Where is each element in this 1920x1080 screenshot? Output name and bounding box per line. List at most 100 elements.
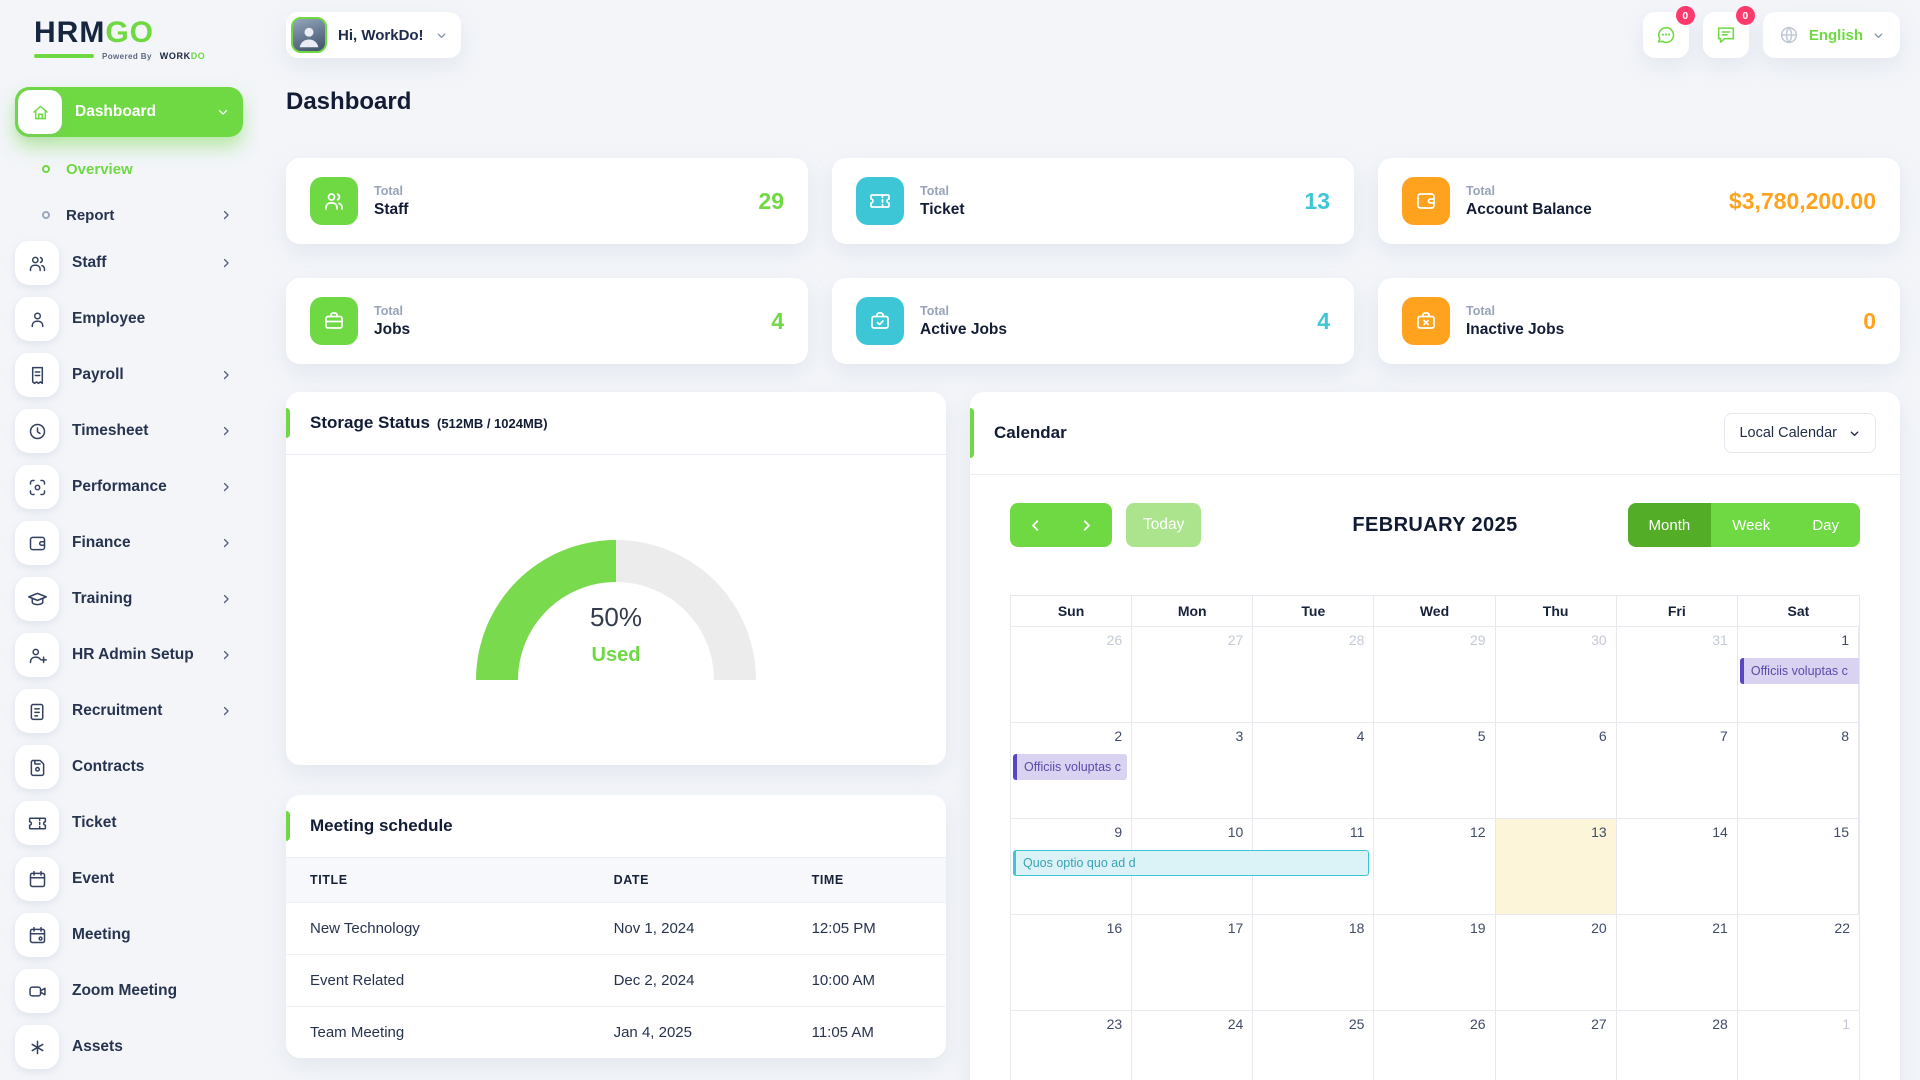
language-selector[interactable]: English — [1763, 12, 1900, 58]
table-cell: 10:00 AM — [788, 955, 946, 1007]
calendar-day-5[interactable]: 5 — [1374, 723, 1495, 819]
sidebar-item-label: Performance — [72, 478, 167, 496]
meeting-schedule-title: Meeting schedule — [310, 816, 453, 836]
sidebar-item-label: Event — [72, 870, 114, 888]
scroll-icon — [15, 689, 59, 733]
sidebar-item-assets[interactable]: Assets — [15, 1025, 243, 1069]
sidebar-item-training[interactable]: Training — [15, 577, 243, 621]
calendar-view-month[interactable]: Month — [1628, 503, 1712, 547]
home-icon — [18, 90, 62, 134]
storage-capacity: (512MB / 1024MB) — [437, 416, 548, 431]
stat-card-staff: Total Staff 29 — [286, 158, 808, 244]
calendar-day-26[interactable]: 26 — [1374, 1011, 1495, 1080]
calendar-day-19[interactable]: 19 — [1374, 915, 1495, 1011]
storage-percent: 50% — [476, 602, 756, 633]
sidebar-item-recruitment[interactable]: Recruitment — [15, 689, 243, 733]
sidebar-item-employee[interactable]: Employee — [15, 297, 243, 341]
day-header-tue: Tue — [1253, 596, 1374, 627]
calendar-day-16[interactable]: 16 — [1011, 915, 1132, 1011]
calendar-day-30-muted[interactable]: 30 — [1496, 627, 1617, 723]
sidebar-item-finance[interactable]: Finance — [15, 521, 243, 565]
calendar-day-25[interactable]: 25 — [1253, 1011, 1374, 1080]
clock-icon — [15, 409, 59, 453]
calendar-view-day[interactable]: Day — [1791, 503, 1860, 547]
stat-label: Inactive Jobs — [1466, 321, 1564, 339]
calendar-day-20[interactable]: 20 — [1496, 915, 1617, 1011]
powered-by-label: Powered By — [102, 52, 152, 61]
sidebar-item-payroll[interactable]: Payroll — [15, 353, 243, 397]
calendar-day-3[interactable]: 3 — [1132, 723, 1253, 819]
calendar-day-29-muted[interactable]: 29 — [1374, 627, 1495, 723]
calendar-day-23[interactable]: 23 — [1011, 1011, 1132, 1080]
calendar-day-26-muted[interactable]: 26 — [1011, 627, 1132, 723]
messages-button[interactable]: 0 — [1643, 12, 1689, 58]
chevron-right-icon — [219, 704, 233, 718]
briefcase-check-icon — [856, 297, 904, 345]
sidebar-item-hr-admin-setup[interactable]: HR Admin Setup — [15, 633, 243, 677]
calendar-day-28-muted[interactable]: 28 — [1253, 627, 1374, 723]
calendar-day-13[interactable]: 13 — [1496, 819, 1617, 915]
calendar-day-28[interactable]: 28 — [1617, 1011, 1738, 1080]
calendar-day-1-muted[interactable]: 1 — [1738, 1011, 1859, 1080]
calendar-day-6[interactable]: 6 — [1496, 723, 1617, 819]
sidebar-item-label: Ticket — [72, 814, 117, 832]
calendar-day-22[interactable]: 22 — [1738, 915, 1859, 1011]
sidebar-item-zoom-meeting[interactable]: Zoom Meeting — [15, 969, 243, 1013]
calendar-event[interactable]: Officiis voluptas c — [1740, 658, 1859, 684]
page-title: Dashboard — [286, 88, 1900, 116]
sidebar-item-event[interactable]: Event — [15, 857, 243, 901]
sidebar-subitem-overview[interactable]: Overview — [15, 149, 243, 189]
calendar-week-row: 2627282930311Officiis voluptas c — [1011, 627, 1859, 723]
target-icon — [27, 477, 48, 498]
calendar-next-button[interactable] — [1061, 503, 1112, 547]
calendar-today-button[interactable]: Today — [1126, 503, 1201, 547]
day-header-sun: Sun — [1011, 596, 1132, 627]
calendar-day-15[interactable]: 15 — [1738, 819, 1859, 915]
chevron-right-icon — [1078, 517, 1095, 534]
wallet-icon — [15, 521, 59, 565]
sidebar-item-contracts[interactable]: Contracts — [15, 745, 243, 789]
sidebar-item-ticket[interactable]: Ticket — [15, 801, 243, 845]
calendar-day-17[interactable]: 17 — [1132, 915, 1253, 1011]
calendar-day-7[interactable]: 7 — [1617, 723, 1738, 819]
calendar-day-14[interactable]: 14 — [1617, 819, 1738, 915]
calendar-prev-button[interactable] — [1010, 503, 1061, 547]
sidebar-item-timesheet[interactable]: Timesheet — [15, 409, 243, 453]
table-cell: Event Related — [286, 955, 590, 1007]
table-row: Team MeetingJan 4, 202511:05 AM — [286, 1007, 946, 1059]
calendar-view-week[interactable]: Week — [1711, 503, 1791, 547]
table-row: Event RelatedDec 2, 202410:00 AM — [286, 955, 946, 1007]
sidebar-item-performance[interactable]: Performance — [15, 465, 243, 509]
calendar-day-8[interactable]: 8 — [1738, 723, 1859, 819]
sidebar-item-staff[interactable]: Staff — [15, 241, 243, 285]
calendar-event[interactable]: Quos optio quo ad d — [1013, 850, 1369, 876]
calendar-day-27[interactable]: 27 — [1496, 1011, 1617, 1080]
calendar-day-12[interactable]: 12 — [1374, 819, 1495, 915]
notifications-button[interactable]: 0 — [1703, 12, 1749, 58]
sidebar: HRMGO Powered By WORKDO Dashboard Overvi… — [0, 0, 258, 1080]
table-cell: 12:05 PM — [788, 903, 946, 955]
calendar-day-18[interactable]: 18 — [1253, 915, 1374, 1011]
brand-name: HRMGO — [34, 16, 243, 50]
calendar-day-24[interactable]: 24 — [1132, 1011, 1253, 1080]
sidebar-item-label: Recruitment — [72, 702, 162, 720]
home-icon — [30, 102, 51, 123]
briefcase-x-icon — [1402, 297, 1450, 345]
calendar-event[interactable]: Officiis voluptas c — [1013, 754, 1127, 780]
chevron-right-icon — [219, 536, 233, 550]
sidebar-subitem-report[interactable]: Report — [15, 195, 243, 235]
calendar-day-21[interactable]: 21 — [1617, 915, 1738, 1011]
receipt-icon — [15, 353, 59, 397]
calendar-day-27-muted[interactable]: 27 — [1132, 627, 1253, 723]
sidebar-item-dashboard[interactable]: Dashboard — [15, 87, 243, 137]
calendar-day-31-muted[interactable]: 31 — [1617, 627, 1738, 723]
sidebar-item-label: Payroll — [72, 366, 124, 384]
calendar-source-select[interactable]: Local Calendar — [1724, 413, 1876, 453]
wallet-icon — [1402, 177, 1450, 225]
globe-icon — [1778, 24, 1800, 46]
calendar-check-icon — [27, 925, 48, 946]
ticket-icon — [27, 813, 48, 834]
sidebar-item-meeting[interactable]: Meeting — [15, 913, 243, 957]
calendar-day-4[interactable]: 4 — [1253, 723, 1374, 819]
user-menu[interactable]: Hi, WorkDo! — [286, 12, 461, 58]
